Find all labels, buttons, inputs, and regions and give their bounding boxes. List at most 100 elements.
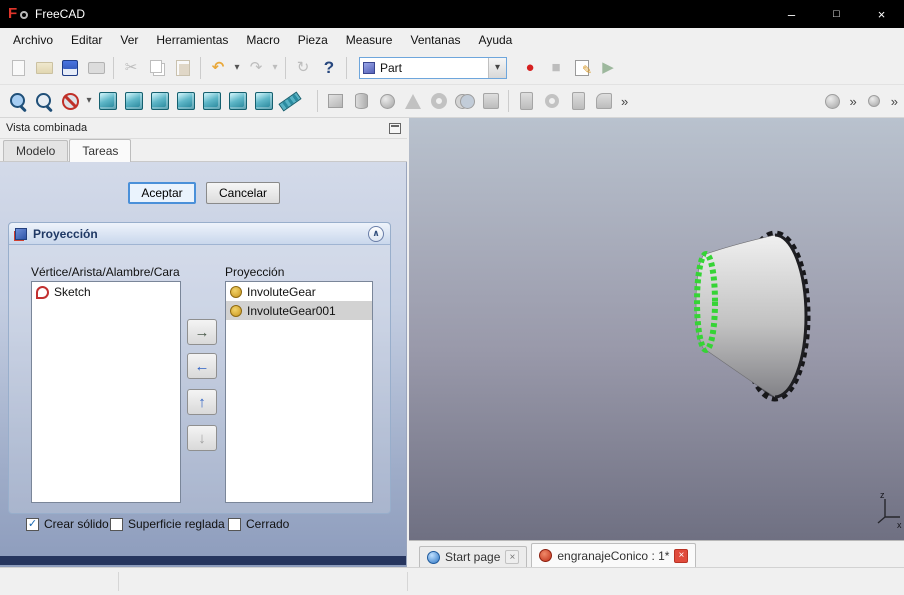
fit-all-button[interactable] <box>5 88 31 114</box>
extrude-button[interactable] <box>513 88 539 114</box>
view-rear-button[interactable] <box>199 88 225 114</box>
box-icon <box>327 94 343 108</box>
help-button[interactable]: ? <box>316 55 342 81</box>
measure-button[interactable] <box>277 88 303 114</box>
checkbox-cerrado[interactable]: Cerrado <box>228 517 289 531</box>
source-listbox[interactable]: Sketch <box>31 281 181 503</box>
view-right-button[interactable] <box>173 88 199 114</box>
fit-selection-button[interactable] <box>31 88 57 114</box>
section-title: Proyección <box>33 226 98 241</box>
collapse-section-button[interactable]: ∧ <box>368 225 384 242</box>
list-item-involutegear[interactable]: InvoluteGear <box>226 282 372 301</box>
projection-section-header[interactable]: Proyección ∧ <box>9 223 390 245</box>
menu-macro[interactable]: Macro <box>237 30 288 50</box>
primitive-box-button[interactable] <box>322 88 348 114</box>
join-features-button[interactable] <box>478 88 504 114</box>
move-right-button[interactable]: → <box>187 319 217 345</box>
menu-ventanas[interactable]: Ventanas <box>401 30 469 50</box>
tab-start-page[interactable]: Start page × <box>419 546 528 567</box>
draw-style-dropdown[interactable]: ▾ <box>83 88 95 114</box>
view-front-icon <box>125 92 143 110</box>
view-left-button[interactable] <box>251 88 277 114</box>
open-button[interactable] <box>31 55 57 81</box>
primitive-cone-button[interactable] <box>400 88 426 114</box>
view-front-button[interactable] <box>121 88 147 114</box>
move-down-button[interactable]: ↓ <box>187 425 217 451</box>
copy-button[interactable] <box>144 55 170 81</box>
close-button[interactable]: × <box>859 0 904 28</box>
redo-dropdown[interactable]: ▾ <box>269 55 281 81</box>
checkbox-superficie-reglada[interactable]: Superficie reglada <box>110 517 225 531</box>
accept-button[interactable]: Aceptar <box>128 182 196 204</box>
shape-sphere-button[interactable] <box>820 88 846 114</box>
cut-button[interactable]: ✂ <box>118 55 144 81</box>
cone-icon <box>405 93 421 109</box>
toolbar-overflow-button[interactable]: » <box>887 94 902 109</box>
fillet-icon <box>596 93 612 109</box>
cancel-button[interactable]: Cancelar <box>206 182 280 204</box>
view-right-icon <box>177 92 195 110</box>
view-top-button[interactable] <box>147 88 173 114</box>
menu-ayuda[interactable]: Ayuda <box>470 30 522 50</box>
toolbar-overflow-button[interactable]: » <box>617 94 632 109</box>
macro-record-button[interactable]: ● <box>517 55 543 81</box>
primitive-cylinder-button[interactable] <box>348 88 374 114</box>
redo-icon: ↷ <box>249 59 263 76</box>
toolbar-separator <box>285 56 286 79</box>
menu-editar[interactable]: Editar <box>62 30 111 50</box>
macro-play-button[interactable]: ▶ <box>595 55 621 81</box>
undo-button[interactable]: ↶ <box>205 55 231 81</box>
tool-icon <box>867 95 880 107</box>
macro-stop-button[interactable]: ■ <box>543 55 569 81</box>
freecad-logo-icon: F <box>8 6 28 22</box>
primitive-torus-button[interactable] <box>426 88 452 114</box>
list-item-sketch[interactable]: Sketch <box>32 282 180 302</box>
fillet-button[interactable] <box>591 88 617 114</box>
tab-modelo[interactable]: Modelo <box>3 140 69 161</box>
menu-pieza[interactable]: Pieza <box>289 30 337 50</box>
print-button[interactable] <box>83 55 109 81</box>
projection-listbox[interactable]: InvoluteGear InvoluteGear001 <box>225 281 373 503</box>
measure-ruler-icon <box>278 91 302 111</box>
freecad-document-icon <box>539 549 553 562</box>
menu-ver[interactable]: Ver <box>111 30 147 50</box>
tab-engranajeconico[interactable]: engranajeConico : 1* × <box>531 543 697 567</box>
view-bottom-button[interactable] <box>225 88 251 114</box>
list-item-involutegear001[interactable]: InvoluteGear001 <box>226 301 372 320</box>
check-icon: ✓ <box>27 517 38 530</box>
move-up-button[interactable]: ↑ <box>187 389 217 415</box>
checkbox-box <box>110 517 123 531</box>
close-tab-icon[interactable]: × <box>505 550 520 564</box>
primitive-sphere-button[interactable] <box>374 88 400 114</box>
view-isometric-button[interactable] <box>95 88 121 114</box>
toolbar-separator <box>346 56 347 79</box>
menu-measure[interactable]: Measure <box>337 30 402 50</box>
workbench-selector[interactable]: Part ▾ <box>359 56 507 79</box>
float-panel-icon[interactable] <box>389 122 401 134</box>
revolve-button[interactable] <box>539 88 565 114</box>
open-folder-icon <box>35 61 53 74</box>
draw-style-button[interactable] <box>57 88 83 114</box>
new-document-button[interactable] <box>5 55 31 81</box>
maximize-button[interactable]: □ <box>814 0 859 28</box>
toolbar-overflow-button[interactable]: » <box>846 94 861 109</box>
boolean-button[interactable] <box>452 88 478 114</box>
minimize-button[interactable]: – <box>769 0 814 28</box>
extra-tool-button[interactable] <box>861 88 887 114</box>
axis-z-label: z <box>880 490 885 500</box>
redo-button[interactable]: ↷ <box>243 55 269 81</box>
undo-dropdown[interactable]: ▾ <box>231 55 243 81</box>
close-tab-icon[interactable]: × <box>674 548 689 563</box>
menu-archivo[interactable]: Archivo <box>4 30 62 50</box>
macro-edit-button[interactable]: ✎ <box>569 55 595 81</box>
3d-viewport[interactable]: z x <box>409 118 904 540</box>
save-button[interactable] <box>57 55 83 81</box>
checkbox-crear-solido[interactable]: ✓ Crear sólido <box>26 517 109 531</box>
paste-button[interactable] <box>170 55 196 81</box>
mirror-button[interactable] <box>565 88 591 114</box>
workbench-dropdown-button[interactable]: ▾ <box>488 57 506 78</box>
move-left-button[interactable]: ← <box>187 353 217 379</box>
menu-herramientas[interactable]: Herramientas <box>147 30 237 50</box>
refresh-button[interactable]: ↻ <box>290 55 316 81</box>
tab-tareas[interactable]: Tareas <box>69 139 132 162</box>
